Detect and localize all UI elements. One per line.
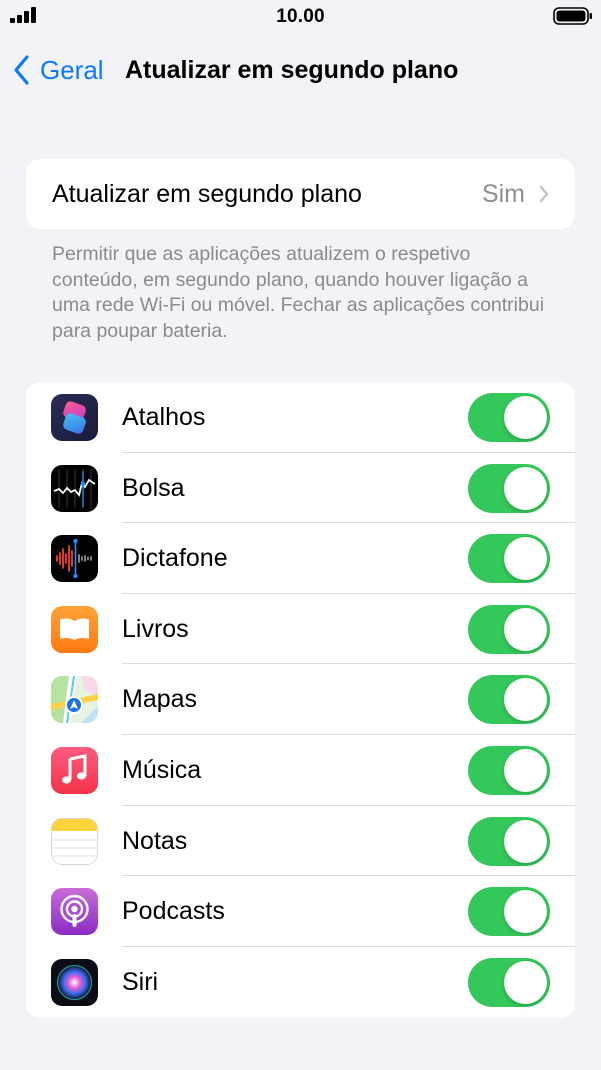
- siri-icon: [51, 958, 98, 1006]
- toggle-knob: [504, 607, 547, 651]
- toggle-musica[interactable]: [468, 745, 550, 795]
- toggle-siri[interactable]: [468, 957, 550, 1007]
- app-row-atalhos: Atalhos: [26, 382, 575, 453]
- footer-description: Permitir que as aplicações atualizem o r…: [52, 243, 545, 342]
- app-row-dictafone: Dictafone: [26, 523, 575, 594]
- toggle-notas[interactable]: [468, 816, 550, 866]
- app-label: Notas: [122, 826, 188, 855]
- background-refresh-value: Sim: [481, 179, 525, 208]
- maps-icon: [51, 676, 98, 724]
- books-icon: [51, 605, 98, 653]
- toggle-bolsa[interactable]: [468, 463, 550, 513]
- toggle-podcasts[interactable]: [468, 887, 550, 937]
- app-row-mapas: Mapas: [26, 664, 575, 735]
- podcasts-icon: [51, 888, 98, 936]
- main-setting-card: Atualizar em segundo plano Sim: [26, 159, 575, 229]
- background-refresh-row[interactable]: Atualizar em segundo plano Sim: [26, 159, 575, 229]
- toggle-knob: [504, 960, 547, 1004]
- app-label: Mapas: [122, 685, 198, 714]
- toggle-atalhos[interactable]: [468, 393, 550, 442]
- navigation-bar: Geral Atualizar em segundo plano: [0, 48, 601, 92]
- toggle-knob: [504, 537, 547, 581]
- page-title: Atualizar em segundo plano: [125, 56, 459, 84]
- stocks-icon: [51, 464, 98, 512]
- chevron-right-icon: [539, 185, 549, 203]
- back-button[interactable]: Geral: [12, 52, 104, 88]
- notes-icon: [51, 817, 98, 865]
- app-label: Dictafone: [122, 544, 228, 573]
- app-row-musica: Música: [26, 735, 575, 806]
- battery-icon: [553, 7, 592, 25]
- chevron-left-icon: [14, 55, 29, 85]
- toggle-knob: [504, 819, 547, 863]
- status-time: 10.00: [276, 6, 325, 27]
- app-label: Música: [122, 755, 202, 784]
- app-row-siri: Siri: [26, 947, 575, 1018]
- shortcuts-icon: [51, 394, 98, 441]
- app-label: Podcasts: [122, 897, 225, 926]
- back-label: Geral: [40, 54, 104, 85]
- app-label: Atalhos: [122, 403, 206, 431]
- toggle-mapas[interactable]: [468, 675, 550, 725]
- toggle-livros[interactable]: [468, 604, 550, 654]
- music-icon: [51, 746, 98, 794]
- app-label: Livros: [122, 614, 189, 643]
- background-refresh-label: Atualizar em segundo plano: [52, 179, 362, 208]
- toggle-knob: [504, 678, 547, 722]
- app-row-bolsa: Bolsa: [26, 453, 575, 524]
- app-row-livros: Livros: [26, 594, 575, 665]
- toggle-knob: [504, 396, 547, 439]
- app-row-podcasts: Podcasts: [26, 876, 575, 947]
- apps-list: Atalhos Bolsa Dictafone Livros Mapas Mús…: [26, 382, 575, 1018]
- toggle-knob: [504, 890, 547, 934]
- app-label: Siri: [122, 967, 159, 996]
- status-bar: 10.00: [0, 0, 601, 34]
- app-row-notas: Notas: [26, 806, 575, 877]
- toggle-knob: [504, 748, 547, 792]
- toggle-dictafone[interactable]: [468, 534, 550, 584]
- app-label: Bolsa: [122, 473, 185, 502]
- voice-memos-icon: [51, 535, 98, 583]
- toggle-knob: [504, 466, 547, 510]
